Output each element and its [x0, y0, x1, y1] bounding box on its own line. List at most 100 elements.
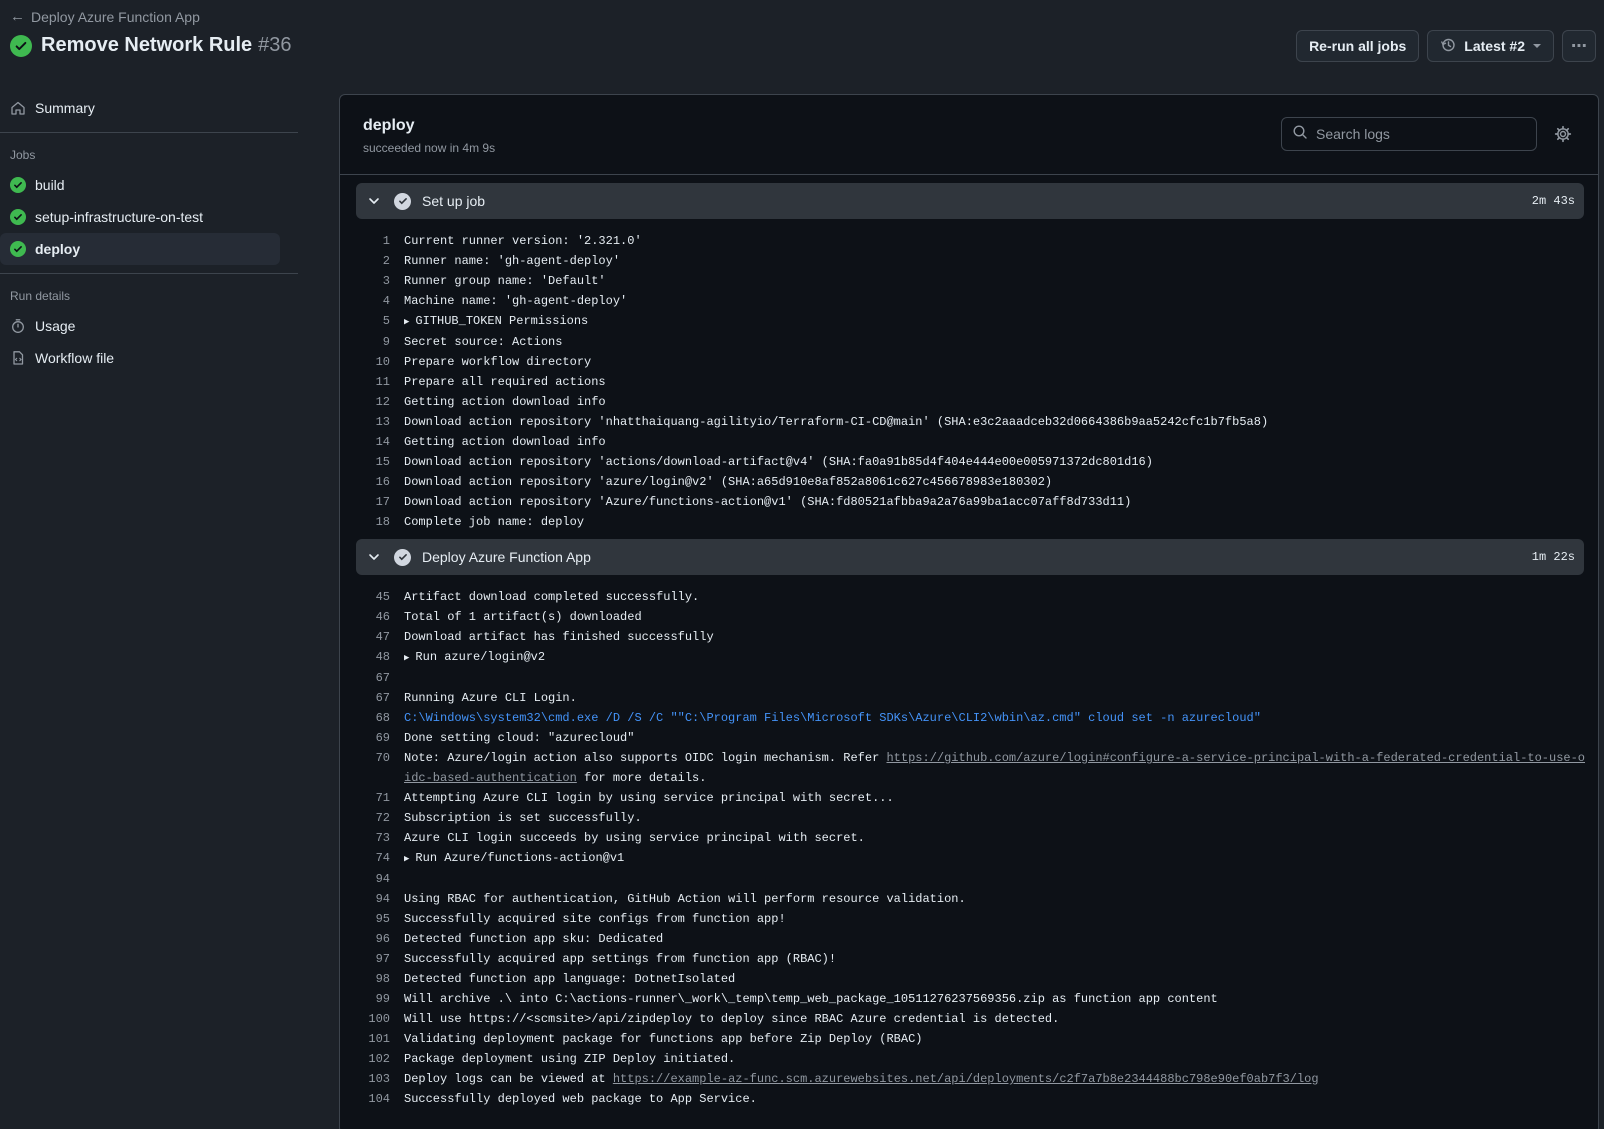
home-icon — [10, 100, 26, 116]
jobs-heading: Jobs — [10, 148, 36, 162]
line-number[interactable]: 102 — [340, 1049, 404, 1069]
back-to-workflow-link[interactable]: ← Deploy Azure Function App — [10, 8, 200, 25]
log-line: 68 C:\Windows\system32\cmd.exe /D /S /C "… — [340, 708, 1598, 728]
line-number[interactable]: 1 — [340, 231, 404, 251]
sidebar-divider — [0, 273, 298, 274]
step-header[interactable]: Deploy Azure Function App 1m 22s — [356, 539, 1584, 575]
gear-icon[interactable] — [1554, 125, 1572, 143]
log-line[interactable]: 5 ▶ GITHUB_TOKEN Permissions — [340, 311, 1598, 332]
line-number[interactable]: 104 — [340, 1089, 404, 1109]
step-log: 1 Current runner version: '2.321.0' 2 Runne… — [340, 219, 1598, 539]
latest-attempt-dropdown[interactable]: Latest #2 — [1427, 30, 1554, 62]
line-number[interactable]: 94 — [340, 869, 404, 889]
line-number[interactable]: 98 — [340, 969, 404, 989]
sidebar-item-summary[interactable]: Summary — [0, 92, 300, 124]
sidebar-item-usage[interactable]: Usage — [0, 310, 300, 342]
log-text: Running Azure CLI Login. — [404, 691, 577, 705]
line-number[interactable]: 74 — [340, 848, 404, 869]
line-number[interactable]: 17 — [340, 492, 404, 512]
sidebar-job-build[interactable]: build — [0, 169, 300, 201]
line-number[interactable]: 47 — [340, 627, 404, 647]
line-number[interactable]: 68 — [340, 708, 404, 728]
log-link[interactable]: https://example-az-func.scm.azurewebsite… — [613, 1072, 1319, 1086]
line-number[interactable]: 13 — [340, 412, 404, 432]
sidebar-item-label: Usage — [35, 318, 76, 334]
log-text: Getting action download info — [404, 395, 606, 409]
line-number[interactable]: 46 — [340, 607, 404, 627]
log-text: ▶ Run azure/login@v2 — [404, 650, 546, 664]
log-line: 67 Running Azure CLI Login. — [340, 688, 1598, 708]
step-success-icon — [394, 548, 411, 566]
line-number[interactable]: 11 — [340, 372, 404, 392]
line-number[interactable]: 48 — [340, 647, 404, 668]
line-number[interactable]: 3 — [340, 271, 404, 291]
line-number[interactable]: 2 — [340, 251, 404, 271]
sidebar-job-deploy[interactable]: deploy — [0, 233, 280, 265]
triangle-right-icon[interactable]: ▶ — [404, 653, 409, 663]
search-logs-input[interactable] — [1316, 126, 1516, 142]
line-number[interactable]: 9 — [340, 332, 404, 352]
line-number[interactable]: 5 — [340, 311, 404, 332]
rerun-all-jobs-button[interactable]: Re-run all jobs — [1296, 30, 1420, 62]
log-line: 4 Machine name: 'gh-agent-deploy' — [340, 291, 1598, 311]
log-link[interactable]: https://github.com/azure/login#configure… — [404, 751, 1585, 785]
line-number[interactable]: 67 — [340, 688, 404, 708]
job-header: deploy succeeded now in 4m 9s — [340, 95, 1598, 175]
log-line: 3 Runner group name: 'Default' — [340, 271, 1598, 291]
log-text: Detected function app sku: Dedicated — [404, 932, 664, 946]
line-number[interactable]: 99 — [340, 989, 404, 1009]
search-logs-field[interactable] — [1281, 117, 1537, 151]
workflow-run-page: ← Deploy Azure Function App Remove Netwo… — [0, 0, 1604, 1129]
log-text: Download artifact has finished successfu… — [404, 630, 714, 644]
line-number[interactable]: 97 — [340, 949, 404, 969]
line-number[interactable]: 10 — [340, 352, 404, 372]
line-number[interactable]: 15 — [340, 452, 404, 472]
more-options-button[interactable]: ⋯ — [1562, 30, 1596, 62]
line-number[interactable]: 69 — [340, 728, 404, 748]
log-line[interactable]: 74 ▶ Run Azure/functions-action@v1 — [340, 848, 1598, 869]
run-details-heading: Run details — [10, 289, 71, 303]
step-name: Deploy Azure Function App — [422, 549, 591, 565]
sidebar-item-workflow-file[interactable]: Workflow file — [0, 342, 300, 374]
step-success-icon — [394, 192, 411, 210]
line-number[interactable]: 100 — [340, 1009, 404, 1029]
sidebar-item-label: Summary — [35, 100, 95, 116]
log-line: 9 Secret source: Actions — [340, 332, 1598, 352]
log-text: Complete job name: deploy — [404, 515, 585, 529]
step-header[interactable]: Set up job 2m 43s — [356, 183, 1584, 219]
line-number[interactable]: 4 — [340, 291, 404, 311]
line-number[interactable]: 18 — [340, 512, 404, 532]
line-number[interactable]: 96 — [340, 929, 404, 949]
line-number[interactable]: 73 — [340, 828, 404, 848]
log-line: 73 Azure CLI login succeeds by using serv… — [340, 828, 1598, 848]
line-number[interactable]: 14 — [340, 432, 404, 452]
log-line: 100 Will use https://<scmsite>/api/zipdep… — [340, 1009, 1598, 1029]
log-line: 98 Detected function app language: Dotnet… — [340, 969, 1598, 989]
log-line: 67 — [340, 668, 1598, 688]
line-number[interactable]: 94 — [340, 889, 404, 909]
line-number[interactable]: 12 — [340, 392, 404, 412]
success-check-icon — [10, 34, 32, 57]
header-actions: Re-run all jobs Latest #2 ⋯ — [1296, 30, 1596, 62]
log-text: Validating deployment package for functi… — [404, 1032, 923, 1046]
log-text: Getting action download info — [404, 435, 606, 449]
line-number[interactable]: 67 — [340, 668, 404, 688]
line-number[interactable]: 16 — [340, 472, 404, 492]
triangle-right-icon[interactable]: ▶ — [404, 854, 409, 864]
log-line: 2 Runner name: 'gh-agent-deploy' — [340, 251, 1598, 271]
line-number[interactable]: 72 — [340, 808, 404, 828]
success-check-icon — [10, 177, 26, 193]
sidebar-item-label: build — [35, 177, 65, 193]
line-number[interactable]: 101 — [340, 1029, 404, 1049]
line-number[interactable]: 95 — [340, 909, 404, 929]
log-line[interactable]: 48 ▶ Run azure/login@v2 — [340, 647, 1598, 668]
line-number[interactable]: 70 — [340, 748, 404, 788]
triangle-right-icon[interactable]: ▶ — [404, 317, 409, 327]
line-number[interactable]: 45 — [340, 587, 404, 607]
log-line: 96 Detected function app sku: Dedicated — [340, 929, 1598, 949]
sidebar-job-setup-infrastructure[interactable]: setup-infrastructure-on-test — [0, 201, 300, 233]
log-line: 13 Download action repository 'nhatthaiqu… — [340, 412, 1598, 432]
line-number[interactable]: 103 — [340, 1069, 404, 1089]
log-text: Machine name: 'gh-agent-deploy' — [404, 294, 628, 308]
line-number[interactable]: 71 — [340, 788, 404, 808]
